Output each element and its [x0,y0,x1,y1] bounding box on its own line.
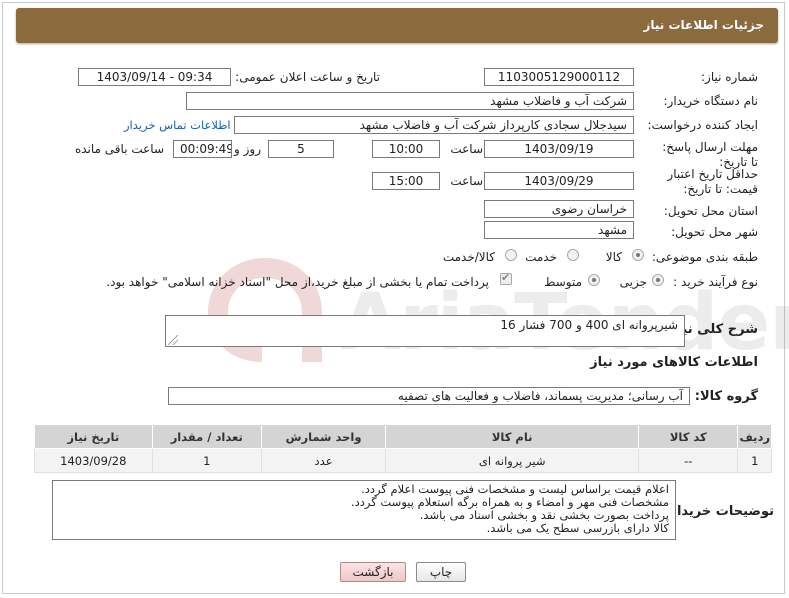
col-name: نام کالا [385,424,640,449]
category-both-label: کالا/خدمت [442,250,495,264]
buyer-org-field: شرکت آب و فاضلاب مشهد [186,92,634,110]
city-field: مشهد [484,221,634,239]
cell-name: شیر پروانه ای [385,448,640,473]
buyer-contact-link[interactable]: اطلاعات تماس خریدار [124,118,231,132]
page-header: جزئیات اطلاعات نیاز [16,8,778,43]
col-unit: واحد شمارش [260,424,387,449]
need-number-label: شماره نیاز: [701,70,758,84]
buyer-notes-label: توضیحات خریدار: [664,504,774,519]
category-service-label: خدمت [525,250,557,264]
cell-row: 1 [737,448,772,473]
deadline-time-label: ساعت [450,142,483,156]
print-button[interactable]: چاپ [416,562,466,582]
city-label: شهر محل تحویل: [671,225,758,239]
purchase-medium-radio[interactable] [588,274,600,286]
validity-time-label: ساعت [450,174,483,188]
col-code: کد کالا [638,424,739,449]
goods-table: ردیف کد کالا نام کالا واحد شمارش تعداد /… [34,424,772,473]
category-goods-label: کالا [605,250,622,264]
category-goods-radio[interactable] [632,249,644,261]
cell-date: 1403/09/28 [34,448,153,473]
remaining-time-field: 00:09:49 [173,140,232,158]
col-date: تاریخ نیاز [34,424,153,449]
deadline-days-label: روز و [234,142,261,156]
cell-qty: 1 [151,448,262,473]
buyer-org-label: نام دستگاه خریدار: [663,94,759,108]
purchase-type-label: نوع فرآیند خرید : [673,275,758,289]
description-field: شیرپروانه ای 400 و 700 فشار 16 [165,315,685,347]
deadline-label: مهلت ارسال پاسخ: تا تاریخ: [662,140,758,169]
validity-label: حداقل تاریخ اعتبار قیمت: تا تاریخ: [667,167,758,196]
purchase-medium-label: متوسط [544,275,582,289]
table-row: 1 -- شیر پروانه ای عدد 1 1403/09/28 [34,448,772,473]
category-label: طبقه بندی موضوعی: [651,250,758,264]
cell-code: -- [638,448,739,473]
category-service-radio[interactable] [567,249,579,261]
requester-label: ایجاد کننده درخواست: [647,118,758,132]
col-qty: تعداد / مقدار [151,424,262,449]
buyer-note-line: کالا دارای بازرسی سطح یک می باشد. [486,521,669,535]
treasury-payment-note: پرداخت تمام یا بخشی از مبلغ خرید،از محل … [106,275,489,289]
announce-date-field: 1403/09/14 - 09:34 [78,68,231,86]
page-title: جزئیات اطلاعات نیاز [643,18,764,32]
validity-date-field: 1403/09/29 [484,172,634,190]
province-label: استان محل تحویل: [663,204,758,218]
goods-section-title: اطلاعات کالاهای مورد نیاز [590,355,758,370]
province-field: خراسان رضوی [484,200,634,218]
back-button[interactable]: بازگشت [340,562,406,582]
buyer-notes-field: اعلام قیمت براساس لیست و مشخصات فنی پیوس… [52,480,676,540]
col-row: ردیف [737,424,772,449]
purchase-minor-radio[interactable] [652,274,664,286]
cell-unit: عدد [260,448,387,473]
resize-grip-icon[interactable] [168,335,178,345]
goods-group-field: آب رسانی؛ مدیریت پسماند، فاضلاب و فعالیت… [168,387,690,405]
validity-time-field: 15:00 [372,172,440,190]
requester-field: سیدجلال سجادی کارپرداز شرکت آب و فاضلاب … [234,116,634,134]
deadline-time-field: 10:00 [372,140,440,158]
goods-table-header: ردیف کد کالا نام کالا واحد شمارش تعداد /… [34,424,772,449]
announce-date-label: تاریخ و ساعت اعلان عمومی: [235,70,380,84]
deadline-days-field: 5 [268,140,334,158]
need-number-field: 1103005129000112 [484,68,634,86]
purchase-minor-label: جزیی [619,275,647,289]
remaining-time-label: ساعت باقی مانده [74,142,164,156]
deadline-date-field: 1403/09/19 [484,140,634,158]
description-text: شیرپروانه ای 400 و 700 فشار 16 [500,318,678,332]
goods-group-label: گروه کالا: [694,389,758,404]
treasury-payment-checkbox[interactable] [500,271,512,285]
category-both-radio[interactable] [505,249,517,261]
